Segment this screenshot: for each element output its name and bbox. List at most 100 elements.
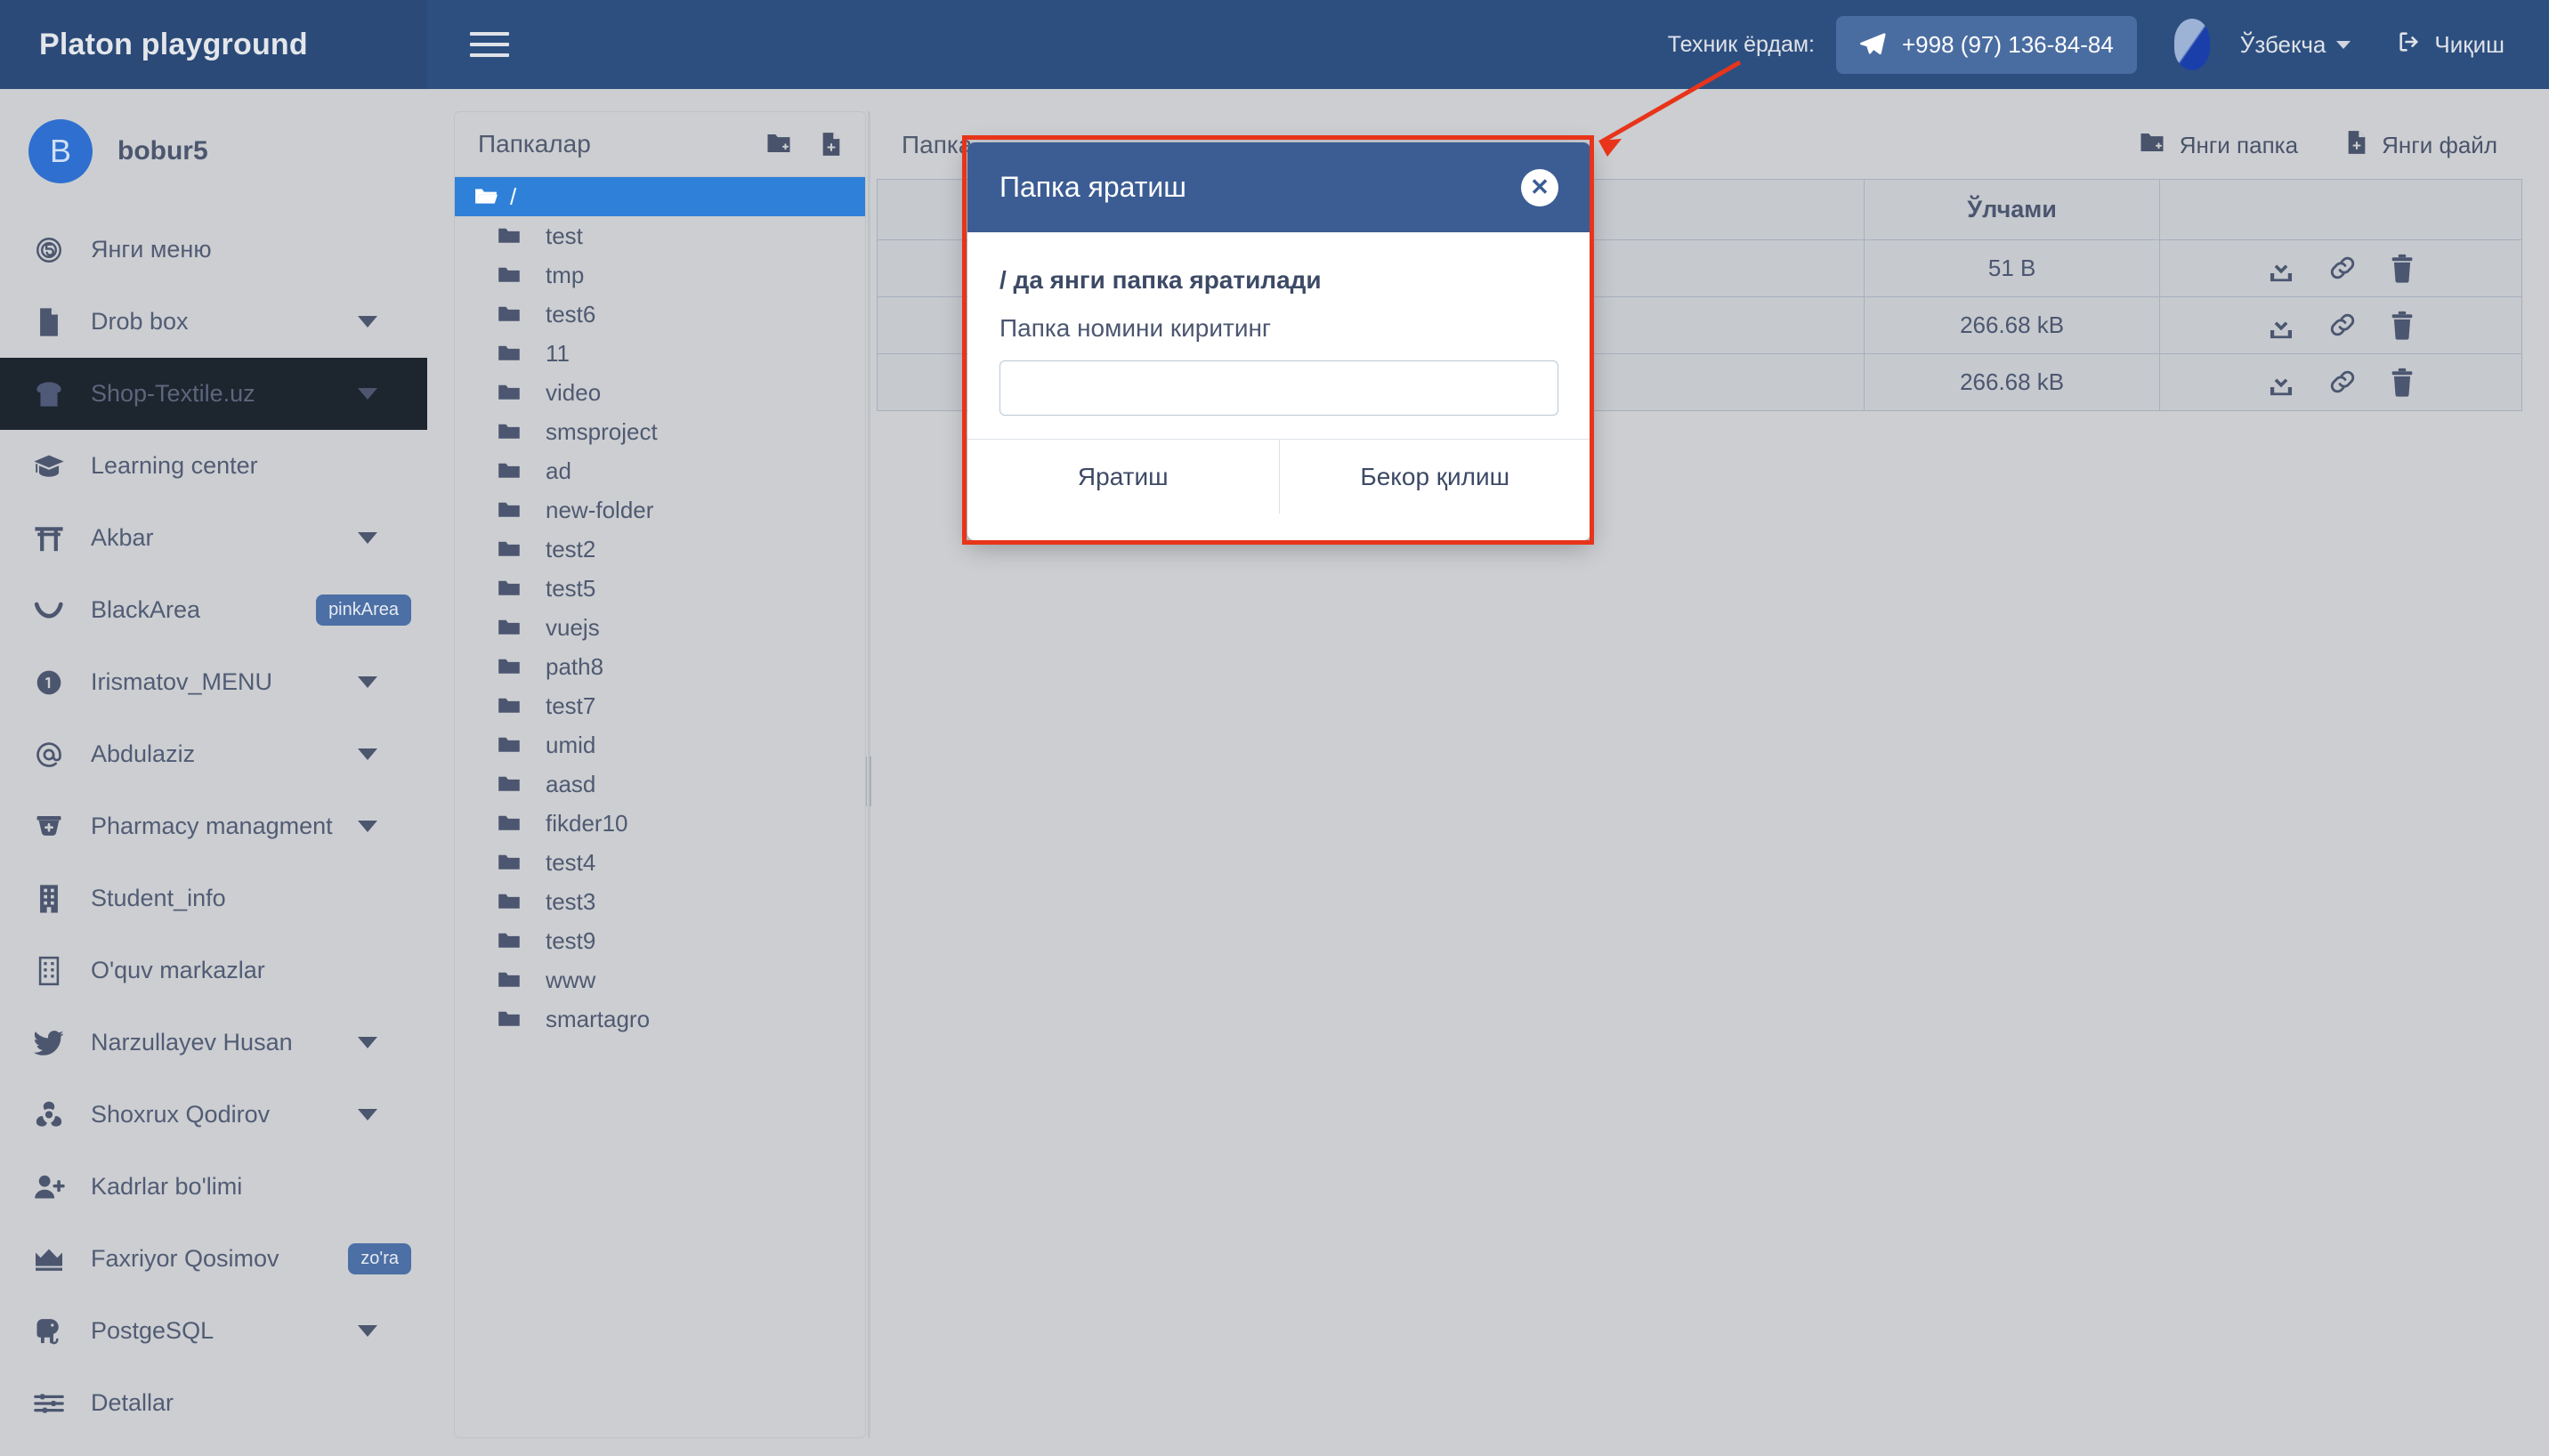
sidebar-item-faxriyor-qosimov[interactable]: Faxriyor Qosimov zo'ra (0, 1223, 427, 1295)
chevron-down-icon[interactable] (358, 388, 377, 400)
building-outline-icon (28, 951, 69, 991)
hamburger-icon[interactable] (470, 28, 509, 61)
close-circle-icon[interactable]: ✕ (1521, 168, 1558, 206)
tree-item[interactable]: smartagro (455, 999, 865, 1039)
sidebar-item-postgesql[interactable]: PostgeSQL (0, 1295, 427, 1367)
sidebar-item-irismatov-menu[interactable]: Irismatov_MENU (0, 646, 427, 718)
tree-item-label: fikder10 (546, 809, 628, 837)
sidebar-item-label: Abdulaziz (91, 740, 196, 767)
tree-item[interactable]: test5 (455, 569, 865, 608)
trash-icon[interactable] (2389, 311, 2415, 341)
tree-item[interactable]: new-folder (455, 490, 865, 530)
tree-item[interactable]: test7 (455, 686, 865, 725)
sidebar-item-blackarea[interactable]: BlackArea pinkArea (0, 574, 427, 646)
flag-icon (2173, 19, 2210, 70)
user-profile[interactable]: B bobur5 (0, 89, 427, 214)
cell-size: 51 B (1863, 239, 2161, 297)
tree-item-label: aasd (546, 770, 596, 797)
tree-item[interactable]: video (455, 373, 865, 412)
tree-item[interactable]: tmp (455, 255, 865, 295)
tree-item[interactable]: test (455, 216, 865, 255)
link-icon[interactable] (2328, 311, 2357, 341)
sidebar-item-[interactable]: Янги меню (0, 214, 427, 286)
sidebar-item-label: Pharmacy managment (91, 813, 333, 839)
tree-item[interactable]: aasd (455, 764, 865, 804)
username-label: bobur5 (117, 136, 208, 166)
tree-item[interactable]: test9 (455, 921, 865, 960)
elephant-icon (28, 1312, 69, 1351)
tree-item-label: video (546, 378, 602, 406)
tree-item[interactable]: test6 (455, 295, 865, 334)
file-plus-icon[interactable] (821, 132, 842, 157)
logout-button[interactable]: Чиқиш (2397, 29, 2504, 61)
modal-field-label: Папка номини киритинг (999, 314, 1272, 342)
support-label: Техник ёрдам: (1667, 31, 1815, 57)
language-selector[interactable]: Ўзбекча (2240, 31, 2351, 59)
sidebar-item-student-info[interactable]: Student_info (0, 862, 427, 934)
chevron-down-icon[interactable] (358, 748, 377, 760)
sidebar-item-learning-center[interactable]: Learning center (0, 430, 427, 502)
folder-tree: / test tmp test6 11 video smsproject ad new-fol… (455, 177, 865, 1039)
tree-item[interactable]: test4 (455, 843, 865, 882)
logout-label: Чиқиш (2434, 30, 2504, 58)
tree-item[interactable]: fikder10 (455, 804, 865, 843)
panel-splitter-grip[interactable] (865, 756, 873, 806)
chevron-down-icon[interactable] (358, 1109, 377, 1120)
chevron-down-icon[interactable] (358, 821, 377, 832)
new-folder-button[interactable]: Янги папка (2139, 130, 2298, 161)
sidebar-item-abdulaziz[interactable]: Abdulaziz (0, 718, 427, 790)
sidebar-item-drob-box[interactable]: Drob box (0, 286, 427, 358)
tree-item[interactable]: path8 (455, 647, 865, 686)
sidebar-item-label: Янги меню (91, 236, 212, 263)
download-icon[interactable] (2266, 254, 2296, 284)
folder-plus-icon (2139, 131, 2165, 160)
trash-icon[interactable] (2389, 254, 2415, 284)
sidebar-item-akbar[interactable]: Akbar (0, 502, 427, 574)
cancel-button[interactable]: Бекор қилиш (1278, 440, 1590, 514)
sidebar-item-learning[interactable]: JSlearning (0, 1439, 427, 1456)
tree-item[interactable]: www (455, 960, 865, 999)
sidebar-item-kadrlar-bo-limi[interactable]: Kadrlar bo'limi (0, 1151, 427, 1223)
folder-small-icon (498, 344, 533, 362)
tree-item[interactable]: test3 (455, 882, 865, 921)
create-folder-modal: Папка яратиш ✕ / да янги папка яратилади… (967, 142, 1590, 540)
new-file-button[interactable]: Янги файл (2346, 130, 2497, 161)
tree-item-root[interactable]: / (455, 177, 865, 216)
avatar: B (28, 119, 93, 183)
folder-small-icon (498, 1010, 533, 1028)
column-header-size[interactable]: Ўлчами (1863, 179, 2161, 240)
folder-plus-icon[interactable] (765, 132, 792, 157)
chevron-down-icon[interactable] (358, 1325, 377, 1337)
tree-item[interactable]: smsproject (455, 412, 865, 451)
support-phone-button[interactable]: +998 (97) 136-84-84 (1836, 15, 2137, 74)
sidebar-item-narzullayev-husan[interactable]: Narzullayev Husan (0, 1007, 427, 1079)
tree-item[interactable]: ad (455, 451, 865, 490)
folders-panel-actions (765, 132, 842, 157)
link-icon[interactable] (2328, 368, 2357, 398)
tree-item[interactable]: 11 (455, 334, 865, 373)
sidebar-item-pharmacy-managment[interactable]: Pharmacy managment (0, 790, 427, 862)
sidebar-item-shoxrux-qodirov[interactable]: Shoxrux Qodirov (0, 1079, 427, 1151)
sidebar-item-shop-textile-uz[interactable]: Shop-Textile.uz (0, 358, 427, 430)
tree-item[interactable]: vuejs (455, 608, 865, 647)
chevron-down-icon[interactable] (358, 316, 377, 328)
download-icon[interactable] (2266, 311, 2296, 341)
sidebar-item-label: Irismatov_MENU (91, 668, 273, 695)
folder-small-icon (498, 305, 533, 323)
tree-item-label: test (546, 222, 583, 249)
sidebar-item-detallar[interactable]: Detallar (0, 1367, 427, 1439)
chevron-down-icon[interactable] (358, 532, 377, 544)
chevron-down-icon[interactable] (358, 676, 377, 688)
sidebar-item-o-quv-markazlar[interactable]: O'quv markazlar (0, 934, 427, 1007)
download-icon[interactable] (2266, 368, 2296, 398)
modal-header: Папка яратиш ✕ (967, 142, 1590, 232)
trash-icon[interactable] (2389, 368, 2415, 398)
create-button[interactable]: Яратиш (967, 440, 1279, 514)
chevron-down-icon[interactable] (358, 1037, 377, 1048)
link-icon[interactable] (2328, 254, 2357, 284)
tree-item[interactable]: umid (455, 725, 865, 764)
folder-name-input[interactable] (999, 360, 1558, 416)
tree-item[interactable]: test2 (455, 530, 865, 569)
tree-item-label: smartagro (546, 1005, 651, 1032)
folder-small-icon (498, 579, 533, 597)
